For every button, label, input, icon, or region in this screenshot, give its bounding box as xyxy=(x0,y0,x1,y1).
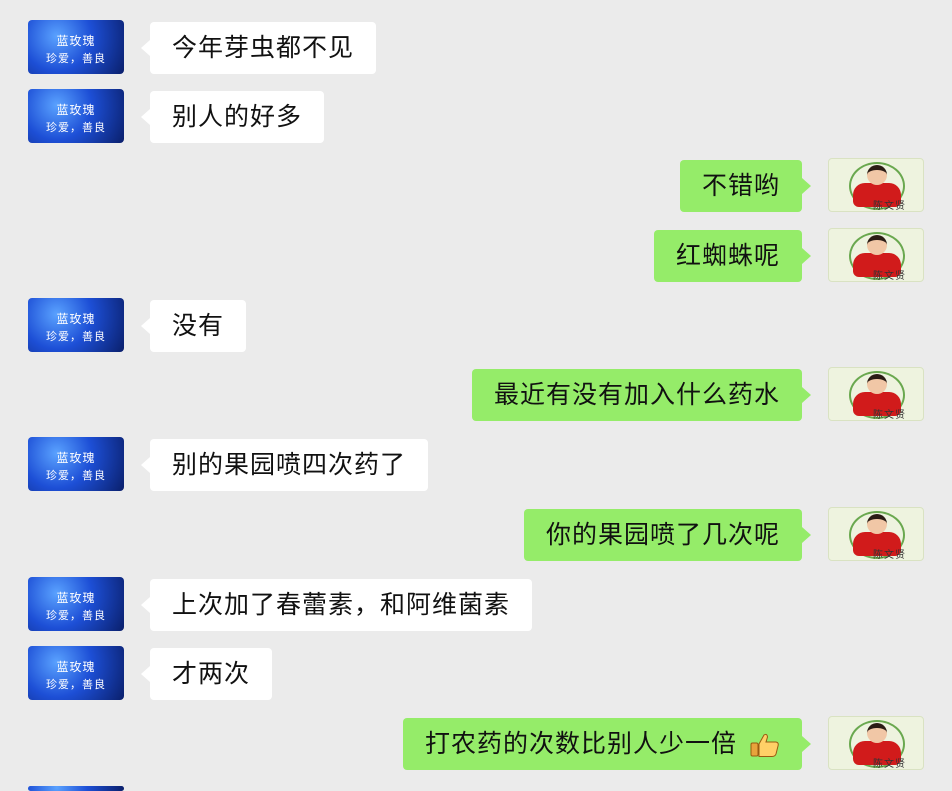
chat-message-list[interactable]: 蓝玫瑰 珍爱，善良 今年芽虫都不见 蓝玫瑰 珍爱，善良 别人的好多 不错哟 陈文… xyxy=(0,0,952,791)
avatar-text: 珍爱，善良 xyxy=(46,52,106,65)
avatar-text: 蓝玫瑰 xyxy=(56,451,96,465)
avatar-text: 蓝玫瑰 xyxy=(56,34,96,48)
message-text: 打农药的次数比别人少一倍 xyxy=(425,729,738,758)
contact-avatar[interactable]: 蓝玫瑰 珍爱，善良 xyxy=(28,437,124,491)
avatar-face xyxy=(867,165,887,185)
my-avatar[interactable]: 陈文贤 xyxy=(828,716,924,770)
avatar-text: 蓝玫瑰 xyxy=(56,660,96,674)
message-row: 最近有没有加入什么药水 陈文贤 xyxy=(0,367,952,423)
message-row: 蓝玫瑰 珍爱，善良 别人的好多 xyxy=(0,89,952,145)
contact-avatar[interactable]: 蓝玫瑰 珍爱，善良 xyxy=(28,646,124,700)
avatar-face xyxy=(867,723,887,743)
message-bubble[interactable]: 最近有没有加入什么药水 xyxy=(471,369,812,421)
avatar-text: 珍爱，善良 xyxy=(46,609,106,622)
message-bubble[interactable]: 你的果园喷了几次呢 xyxy=(523,509,812,561)
avatar-text: 珍爱，善良 xyxy=(46,469,106,482)
message-row: 打农药的次数比别人少一倍 陈文贤 xyxy=(0,716,952,772)
message-bubble[interactable]: 不错哟 xyxy=(679,160,812,212)
message-bubble[interactable]: 红蜘蛛呢 xyxy=(653,230,812,282)
contact-avatar[interactable]: 蓝玫瑰 珍爱，善良 xyxy=(28,298,124,352)
avatar-text: 陈文贤 xyxy=(873,201,906,212)
message-row: 你的果园喷了几次呢 陈文贤 xyxy=(0,507,952,563)
message-bubble[interactable]: 别的果园喷四次药了 xyxy=(140,439,429,491)
avatar-text: 陈文贤 xyxy=(873,759,906,770)
message-row: 蓝玫瑰 珍爱，善良 才两次 xyxy=(0,646,952,702)
avatar-text: 珍爱，善良 xyxy=(46,121,106,134)
message-bubble[interactable]: 上次加了春蕾素，和阿维菌素 xyxy=(140,579,533,631)
message-row: 不错哟 陈文贤 xyxy=(0,158,952,214)
avatar-text: 陈文贤 xyxy=(873,271,906,282)
contact-avatar[interactable]: 蓝玫瑰 珍爱，善良 xyxy=(28,577,124,631)
contact-avatar[interactable]: 蓝玫瑰 珍爱，善良 xyxy=(28,20,124,74)
message-bubble[interactable]: 没有 xyxy=(140,300,247,352)
message-bubble[interactable]: 别人的好多 xyxy=(140,91,325,143)
message-row: 蓝玫瑰 珍爱，善良 今年芽虫都不见 xyxy=(0,20,952,76)
avatar-text: 陈文贤 xyxy=(873,550,906,561)
thumbs-up-icon xyxy=(750,733,779,757)
avatar-text: 陈文贤 xyxy=(873,410,906,421)
my-avatar[interactable]: 陈文贤 xyxy=(828,228,924,282)
avatar-text: 蓝玫瑰 xyxy=(56,591,96,605)
message-row: 红蜘蛛呢 陈文贤 xyxy=(0,228,952,284)
avatar-face xyxy=(867,235,887,255)
avatar-text: 蓝玫瑰 xyxy=(56,312,96,326)
my-avatar[interactable]: 陈文贤 xyxy=(828,158,924,212)
my-avatar[interactable]: 陈文贤 xyxy=(828,507,924,561)
avatar-text: 珍爱，善良 xyxy=(46,678,106,691)
contact-avatar[interactable] xyxy=(28,786,124,791)
message-row: 蓝玫瑰 珍爱，善良 上次加了春蕾素，和阿维菌素 xyxy=(0,577,952,633)
avatar-text: 珍爱，善良 xyxy=(46,330,106,343)
my-avatar[interactable]: 陈文贤 xyxy=(828,367,924,421)
message-bubble[interactable]: 才两次 xyxy=(140,648,273,700)
message-row: 蓝玫瑰 珍爱，善良 没有 xyxy=(0,298,952,354)
message-bubble[interactable]: 打农药的次数比别人少一倍 xyxy=(403,718,811,770)
contact-avatar[interactable]: 蓝玫瑰 珍爱，善良 xyxy=(28,89,124,143)
message-row: 蓝玫瑰 珍爱，善良 别的果园喷四次药了 xyxy=(0,437,952,493)
avatar-text: 蓝玫瑰 xyxy=(56,103,96,117)
message-bubble[interactable]: 今年芽虫都不见 xyxy=(140,22,377,74)
avatar-face xyxy=(867,514,887,534)
avatar-face xyxy=(867,374,887,394)
